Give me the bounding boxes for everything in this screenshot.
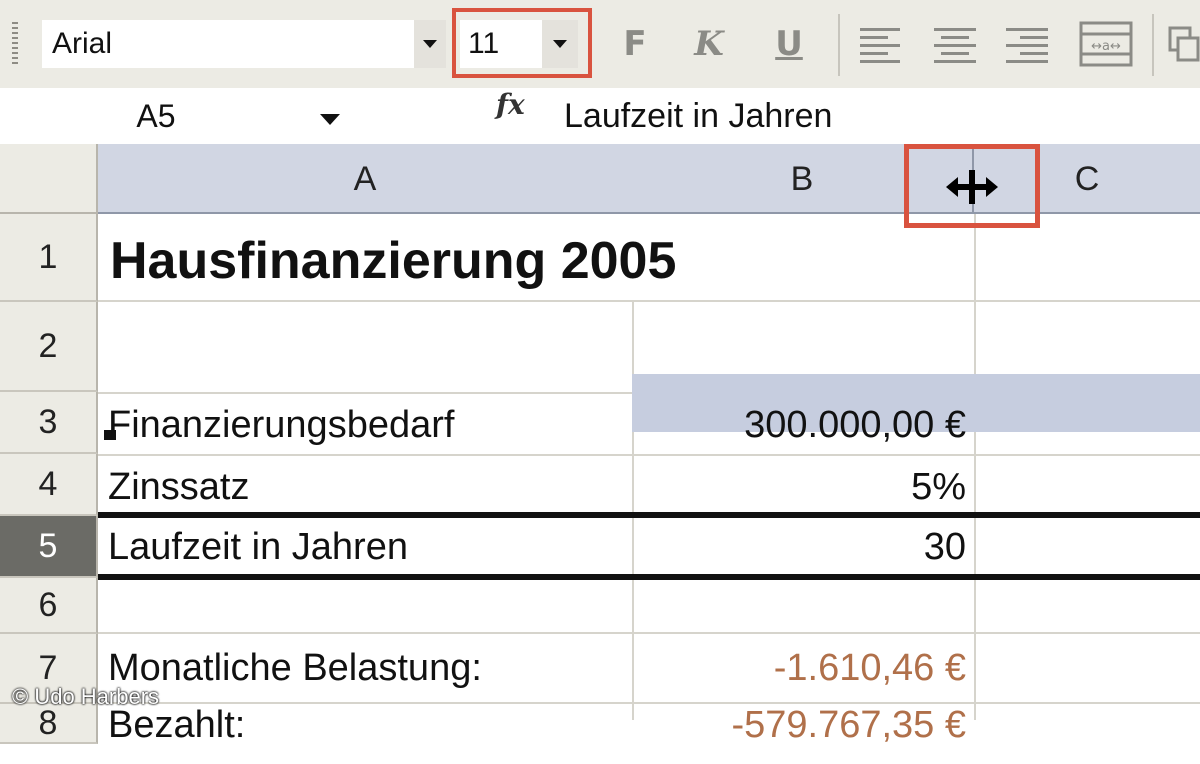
column-resize-cursor-icon[interactable] bbox=[946, 170, 998, 204]
font-size-highlight-box bbox=[452, 8, 592, 78]
align-left-button[interactable] bbox=[856, 20, 908, 68]
name-box-dropdown-icon[interactable] bbox=[318, 112, 342, 128]
font-name-value: Arial bbox=[52, 27, 113, 60]
cell-a4[interactable]: Zinssatz bbox=[108, 456, 249, 518]
name-box[interactable]: A5 bbox=[6, 88, 302, 144]
svg-text:↔a↔: ↔a↔ bbox=[1091, 39, 1121, 54]
cell-b8[interactable]: -579.767,35 € bbox=[636, 704, 966, 764]
copyright-watermark: © Udo Harbers bbox=[12, 684, 160, 709]
cell-b7[interactable]: -1.610,46 € bbox=[636, 634, 966, 702]
toolbar-separator bbox=[838, 14, 840, 76]
row-header-4[interactable]: 4 bbox=[0, 454, 98, 516]
toolbar-grip-handle[interactable] bbox=[12, 22, 18, 64]
toolbar-separator bbox=[1152, 14, 1154, 76]
cell-a7[interactable]: Monatliche Belastung: bbox=[108, 634, 482, 702]
cell-b5[interactable]: 30 bbox=[636, 518, 966, 576]
cell-a8[interactable]: Bezahlt: bbox=[108, 704, 245, 764]
gridline bbox=[974, 214, 976, 720]
gridline bbox=[98, 300, 1200, 302]
chevron-down-icon bbox=[423, 40, 437, 48]
cell-a5[interactable]: Laufzeit in Jahren bbox=[108, 518, 408, 576]
cell-a1[interactable]: Hausfinanzierung 2005 bbox=[110, 222, 676, 300]
cell-b3[interactable]: 300.000,00 € bbox=[636, 394, 966, 456]
formula-input[interactable]: Laufzeit in Jahren bbox=[564, 88, 832, 144]
column-header-a[interactable]: A bbox=[98, 144, 634, 214]
select-all-corner[interactable] bbox=[0, 144, 98, 214]
gridline bbox=[632, 300, 634, 720]
italic-button[interactable]: K bbox=[686, 18, 732, 70]
font-name-dropdown-button[interactable] bbox=[414, 20, 446, 68]
bold-button[interactable]: F bbox=[612, 18, 658, 70]
align-center-button[interactable] bbox=[930, 20, 982, 68]
formatting-toolbar: Arial 11 F K U ↔a↔ bbox=[0, 0, 1200, 88]
cell-b4[interactable]: 5% bbox=[636, 456, 966, 518]
row-header-6[interactable]: 6 bbox=[0, 578, 98, 634]
align-right-button[interactable] bbox=[1002, 20, 1054, 68]
font-name-combobox[interactable]: Arial bbox=[42, 20, 414, 68]
cell-a3[interactable]: Finanzierungsbedarf bbox=[108, 394, 454, 456]
merge-and-center-icon[interactable]: ↔a↔ bbox=[1078, 20, 1134, 68]
row-header-8[interactable]: 8 bbox=[0, 704, 98, 744]
row-header-3[interactable]: 3 bbox=[0, 392, 98, 454]
underline-button[interactable]: U bbox=[766, 18, 812, 70]
currency-format-icon[interactable] bbox=[1164, 24, 1200, 68]
insert-function-icon[interactable]: fx bbox=[496, 88, 525, 144]
name-box-value: A5 bbox=[136, 98, 176, 134]
row-header-5[interactable]: 5 bbox=[0, 516, 98, 578]
row-header-2[interactable]: 2 bbox=[0, 302, 98, 392]
row-header-1[interactable]: 1 bbox=[0, 214, 98, 302]
